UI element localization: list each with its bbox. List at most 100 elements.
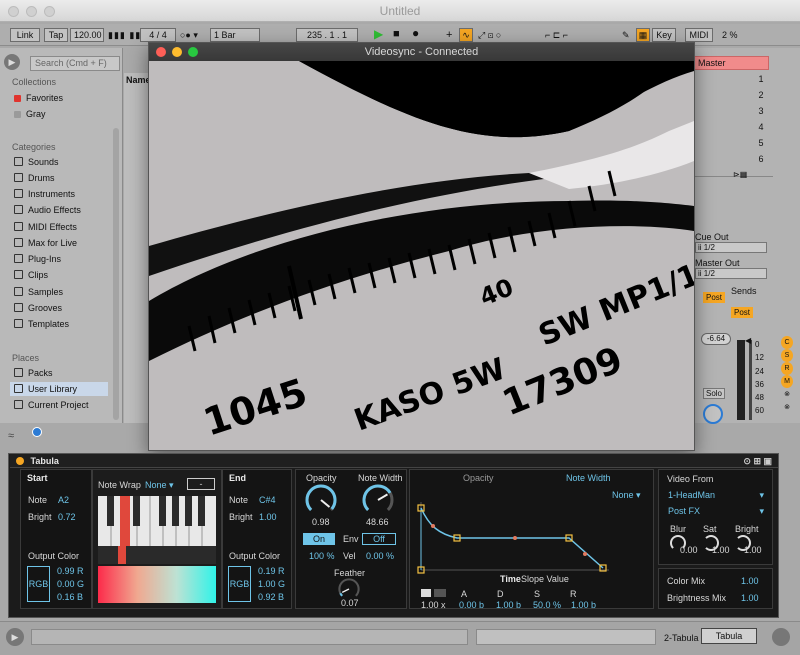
post-toggle-1[interactable]: Post	[703, 292, 725, 303]
note-wrap-dash-button[interactable]: -	[187, 478, 215, 490]
scene-launch-3[interactable]: 3	[754, 104, 768, 118]
note-width-knob[interactable]	[362, 484, 394, 516]
midi-map-button[interactable]: MIDI	[685, 28, 713, 42]
tempo-field[interactable]: 120.00	[70, 28, 104, 42]
search-input[interactable]: Search (Cmd + F)	[30, 56, 120, 71]
arrangement-position-field[interactable]: 235 . 1 . 1	[296, 28, 358, 42]
selected-device-label[interactable]: Tabula	[701, 628, 757, 644]
scene-launch-6[interactable]: 6	[754, 152, 768, 166]
device-window-icons[interactable]: ⊙ ⊞ ▣	[743, 454, 772, 468]
draw-mode-icon[interactable]: ✎	[622, 28, 630, 42]
tap-button[interactable]: Tap	[44, 28, 68, 42]
place-user-library[interactable]: User Library	[10, 382, 108, 396]
loop-switch-icon[interactable]: ⌐ ⊏ ⌐	[545, 28, 568, 42]
category-plug-ins[interactable]: Plug-Ins	[14, 252, 114, 266]
category-midi-effects[interactable]: MIDI Effects	[14, 220, 114, 234]
category-instruments[interactable]: Instruments	[14, 187, 114, 201]
feather-knob[interactable]	[338, 578, 360, 600]
overdub-icon[interactable]: +	[446, 28, 452, 42]
category-sounds[interactable]: Sounds	[14, 155, 114, 169]
metronome-icon[interactable]: ○● ▾	[180, 28, 198, 42]
quantize-select[interactable]: 1 Bar	[210, 28, 260, 42]
place-packs[interactable]: Packs	[14, 366, 114, 380]
keyboard-display[interactable]	[98, 496, 216, 564]
master-out-select[interactable]: ii 1/2	[695, 268, 767, 279]
note-wrap-select[interactable]: None ▾	[145, 480, 174, 491]
stop-icon[interactable]: ■	[393, 27, 400, 41]
post-toggle-2[interactable]: Post	[731, 307, 753, 318]
stop-clips-icon[interactable]: ⊳▦	[733, 170, 769, 182]
master-volume-field[interactable]: -6.64	[701, 333, 731, 345]
video-minimize-button[interactable]	[172, 47, 182, 57]
cue-out-select[interactable]: ii 1/2	[695, 242, 767, 253]
fader-handle-icon[interactable]: ◀	[745, 336, 751, 345]
sustain-value[interactable]: 50.0 %	[533, 600, 561, 610]
envelope-target-select[interactable]: None ▾	[612, 490, 641, 501]
category-drums[interactable]: Drums	[14, 171, 114, 185]
time-multiplier-value[interactable]: 1.00 x	[421, 600, 446, 610]
video-fx-select[interactable]: Post FX ▾	[668, 506, 764, 516]
tempo-follower-icon[interactable]	[32, 427, 42, 437]
category-max-for-live[interactable]: Max for Live	[14, 236, 114, 250]
draw-mode-icon[interactable]	[421, 589, 431, 597]
master-track-header[interactable]: Master	[693, 56, 769, 70]
io-toggle-icon[interactable]: ⊗	[781, 388, 793, 401]
envelope-tab-opacity[interactable]: Opacity	[463, 473, 494, 483]
collection-gray[interactable]: Gray	[14, 107, 114, 121]
automation-arm-icon[interactable]: ∿	[459, 28, 473, 42]
device-activator-icon[interactable]	[16, 457, 24, 465]
video-zoom-button[interactable]	[188, 47, 198, 57]
collection-favorites[interactable]: Favorites	[14, 91, 114, 105]
scene-launch-5[interactable]: 5	[754, 136, 768, 150]
end-note-value[interactable]: C#4	[259, 495, 276, 505]
env-on-button[interactable]: On	[303, 533, 335, 545]
overview-strip[interactable]	[476, 629, 656, 645]
time-signature-field[interactable]: 4 / 4	[140, 28, 176, 42]
scene-launch-1[interactable]: 1	[754, 72, 768, 86]
start-b-value[interactable]: 0.16 B	[57, 592, 83, 602]
solo-button[interactable]: Solo	[703, 388, 725, 399]
start-r-value[interactable]: 0.99 R	[57, 566, 84, 576]
start-bright-value[interactable]: 0.72	[58, 512, 76, 522]
nudge-icon[interactable]: ▮▮▮ ▮▮	[108, 28, 141, 42]
envelope-tab-note-width[interactable]: Note Width	[566, 473, 611, 483]
zoom-window-button[interactable]	[44, 6, 55, 17]
vel-value[interactable]: 0.00 %	[366, 551, 394, 561]
brightness-mix-value[interactable]: 1.00	[741, 593, 759, 603]
browser-toggle-icon[interactable]: ▶	[4, 54, 20, 70]
category-clips[interactable]: Clips	[14, 268, 114, 282]
decay-value[interactable]: 1.00 b	[496, 600, 521, 610]
place-current-project[interactable]: Current Project	[14, 398, 114, 412]
io-toggle-r[interactable]: R	[781, 362, 793, 375]
io-toggle-s[interactable]: S	[781, 349, 793, 362]
end-b-value[interactable]: 0.92 B	[258, 592, 284, 602]
expand-icon[interactable]: ▶	[6, 628, 24, 646]
io-toggle-c[interactable]: C	[781, 336, 793, 349]
minimize-window-button[interactable]	[26, 6, 37, 17]
pan-knob[interactable]	[703, 404, 723, 424]
scene-launch-4[interactable]: 4	[754, 120, 768, 134]
detail-view-toggle-icon[interactable]	[772, 628, 790, 646]
computer-keyboard-icon[interactable]: ▦	[636, 28, 650, 42]
video-source-select[interactable]: 1-HeadMan ▾	[668, 490, 764, 500]
release-value[interactable]: 1.00 b	[571, 600, 596, 610]
attack-value[interactable]: 0.00 b	[459, 600, 484, 610]
scene-launch-2[interactable]: 2	[754, 88, 768, 102]
io-toggle-m[interactable]: M	[781, 375, 793, 388]
category-grooves[interactable]: Grooves	[14, 301, 114, 315]
io-toggle-icon[interactable]: ⊗	[781, 401, 793, 414]
help-view-icon[interactable]: ≈	[8, 430, 22, 444]
end-bright-value[interactable]: 1.00	[259, 512, 277, 522]
play-icon[interactable]: ▶	[374, 27, 383, 41]
opacity-knob[interactable]	[305, 484, 337, 516]
link-button[interactable]: Link	[10, 28, 40, 42]
record-icon[interactable]: ●	[412, 26, 419, 40]
category-templates[interactable]: Templates	[14, 317, 114, 331]
color-mix-value[interactable]: 1.00	[741, 576, 759, 586]
start-g-value[interactable]: 0.00 G	[57, 579, 84, 589]
grid-mode-icon[interactable]	[434, 589, 446, 597]
category-audio-effects[interactable]: Audio Effects	[14, 203, 114, 217]
end-r-value[interactable]: 0.19 R	[258, 566, 285, 576]
start-rgb-button[interactable]: RGB	[27, 566, 50, 602]
env-off-button[interactable]: Off	[362, 533, 396, 545]
